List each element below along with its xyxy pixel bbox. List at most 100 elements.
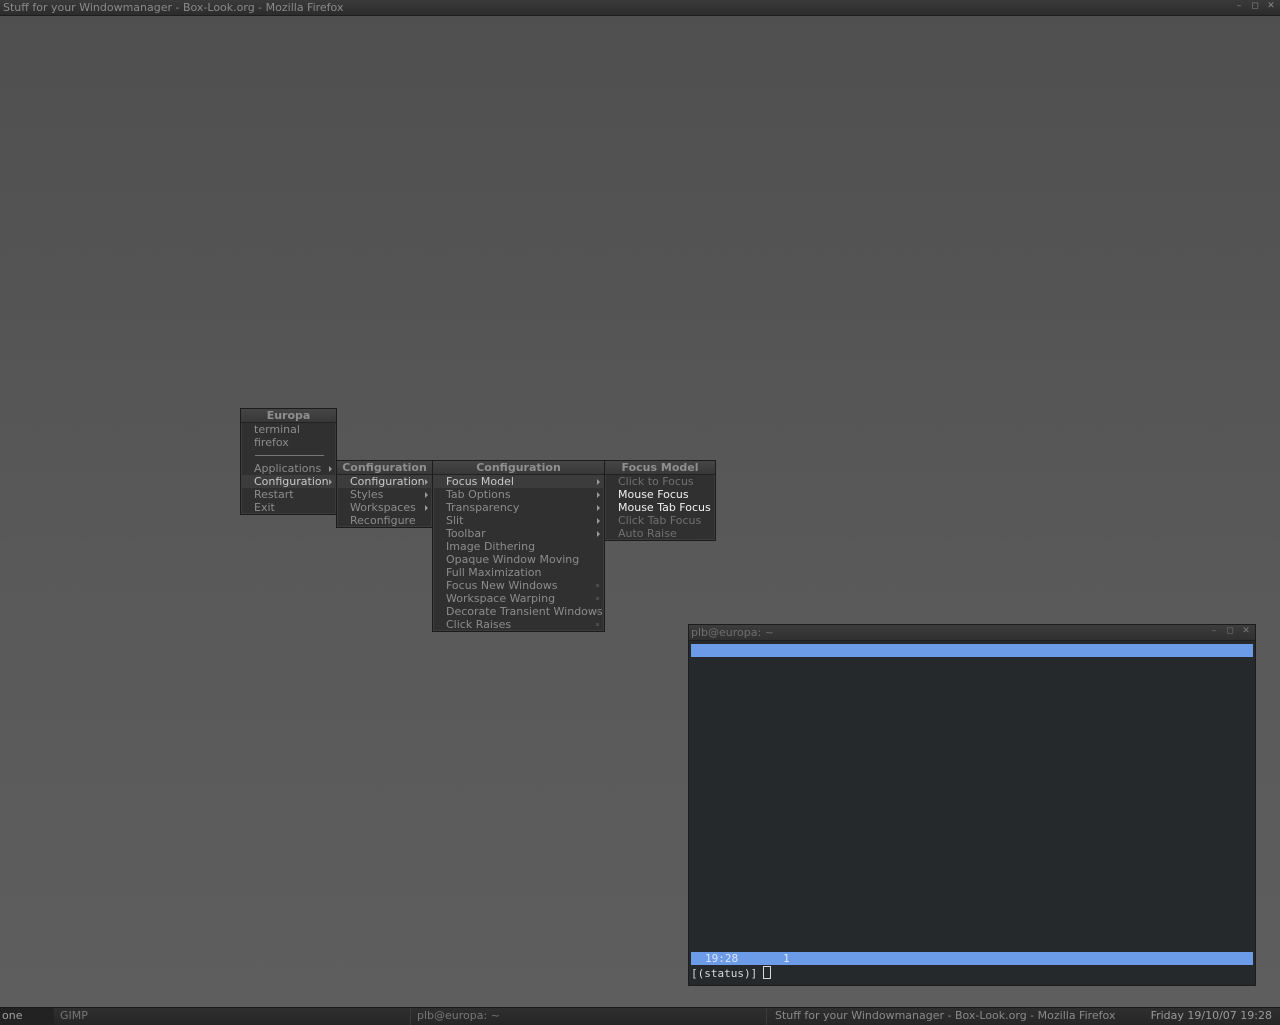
menu-item-firefox[interactable]: firefox (241, 436, 336, 449)
terminal-status-bar: 19:28 1 (691, 952, 1253, 965)
root-menu: Europa terminal firefox Applications Con… (240, 408, 337, 515)
submenu-arrow-icon (597, 531, 600, 537)
menu-item-click-to-focus[interactable]: Click to Focus (605, 475, 715, 488)
terminal-titlebar[interactable]: plb@europa: ~ – ◻ ✕ (689, 625, 1255, 641)
menu-item-full-maximization[interactable]: Full Maximization (433, 566, 604, 579)
menu-item-transparency[interactable]: Transparency (433, 501, 604, 514)
menu-title: Europa (241, 409, 336, 423)
menu-item-label: Decorate Transient Windows (446, 605, 603, 618)
menu-item-label: Click Tab Focus (618, 514, 702, 527)
menu-item-slit[interactable]: Slit (433, 514, 604, 527)
menu-item-label: Toolbar (446, 527, 486, 540)
menu-item-auto-raise[interactable]: Auto Raise (605, 527, 715, 540)
menu-item-focus-model[interactable]: Focus Model (433, 475, 604, 488)
menu-item-label: Mouse Focus (618, 488, 689, 501)
menu-item-label: terminal (254, 423, 300, 436)
menu-item-click-tab-focus[interactable]: Click Tab Focus (605, 514, 715, 527)
configuration-menu: Configuration Configuration Styles Works… (336, 460, 433, 528)
minimize-button[interactable]: – (1209, 626, 1219, 636)
menu-item-click-raises[interactable]: Click Raises (433, 618, 604, 631)
menu-item-label: Exit (254, 501, 275, 514)
submenu-arrow-icon (425, 492, 428, 498)
checkbox-indicator-icon (596, 597, 599, 600)
menu-item-workspaces[interactable]: Workspaces (337, 501, 432, 514)
submenu-arrow-icon (597, 505, 600, 511)
configuration-options-menu: Configuration Focus Model Tab Options Tr… (432, 460, 605, 632)
menu-item-label: Configuration (350, 475, 425, 488)
taskbar-clock: Friday 19/10/07 19:28 (1150, 1009, 1272, 1022)
close-button[interactable]: ✕ (1266, 1, 1276, 11)
submenu-arrow-icon (425, 479, 428, 485)
menu-item-reconfigure[interactable]: Reconfigure (337, 514, 432, 527)
menu-item-toolbar[interactable]: Toolbar (433, 527, 604, 540)
menu-item-label: Opaque Window Moving (446, 553, 580, 566)
terminal-title: plb@europa: ~ (691, 626, 774, 639)
task-terminal[interactable]: plb@europa: ~ (410, 1008, 771, 1025)
menu-item-label: Applications (254, 462, 322, 475)
prompt-text: [(status)] (691, 967, 758, 980)
menu-item-label: Configuration (254, 475, 329, 488)
submenu-arrow-icon (597, 518, 600, 524)
menu-item-label: Full Maximization (446, 566, 542, 579)
menu-item-label: Mouse Tab Focus (618, 501, 711, 514)
menu-title: Configuration (433, 461, 604, 475)
menu-item-focus-new-windows[interactable]: Focus New Windows (433, 579, 604, 592)
status-workspace: 1 (783, 952, 790, 965)
taskbar: one GIMP plb@europa: ~ Stuff for your Wi… (0, 1007, 1280, 1025)
checkbox-indicator-icon (596, 610, 599, 613)
menu-item-label: firefox (254, 436, 289, 449)
menu-separator (241, 449, 336, 462)
menu-item-terminal[interactable]: terminal (241, 423, 336, 436)
menu-item-label: Restart (254, 488, 294, 501)
menu-item-restart[interactable]: Restart (241, 488, 336, 501)
menu-item-label: Click to Focus (618, 475, 694, 488)
menu-item-label: Auto Raise (618, 527, 677, 540)
menu-item-label: Styles (350, 488, 384, 501)
menu-item-label: Focus Model (446, 475, 514, 488)
menu-item-decorate-transient-windows[interactable]: Decorate Transient Windows (433, 605, 604, 618)
menu-item-configuration[interactable]: Configuration (241, 475, 336, 488)
menu-item-label: Slit (446, 514, 464, 527)
maximize-button[interactable]: ◻ (1250, 1, 1260, 11)
browser-titlebar[interactable]: Stuff for your Windowmanager - Box-Look.… (0, 0, 1280, 16)
submenu-arrow-icon (329, 479, 332, 485)
focus-model-menu: Focus Model Click to Focus Mouse Focus M… (604, 460, 716, 541)
menu-item-label: Image Dithering (446, 540, 536, 553)
text-cursor (763, 966, 772, 979)
menu-item-configuration[interactable]: Configuration (337, 475, 432, 488)
menu-item-mouse-focus[interactable]: Mouse Focus (605, 488, 715, 501)
menu-item-image-dithering[interactable]: Image Dithering (433, 540, 604, 553)
menu-item-label: Tab Options (446, 488, 511, 501)
submenu-arrow-icon (329, 466, 332, 472)
menu-item-workspace-warping[interactable]: Workspace Warping (433, 592, 604, 605)
checkbox-indicator-icon (596, 584, 599, 587)
minimize-button[interactable]: – (1234, 1, 1244, 11)
close-button[interactable]: ✕ (1241, 626, 1251, 636)
submenu-arrow-icon (425, 505, 428, 511)
task-firefox[interactable]: Stuff for your Windowmanager - Box-Look.… (766, 1008, 1145, 1025)
menu-item-tab-options[interactable]: Tab Options (433, 488, 604, 501)
menu-item-label: Click Raises (446, 618, 512, 631)
terminal-prompt[interactable]: [(status)] (691, 966, 772, 980)
menu-title: Configuration (337, 461, 432, 475)
menu-item-label: Workspace Warping (446, 592, 556, 605)
browser-window-title: Stuff for your Windowmanager - Box-Look.… (3, 1, 344, 14)
terminal-window[interactable]: plb@europa: ~ – ◻ ✕ 19:28 1 [(status)] (688, 624, 1256, 986)
terminal-top-bar (691, 644, 1253, 657)
status-clock: 19:28 (705, 952, 739, 965)
menu-item-exit[interactable]: Exit (241, 501, 336, 514)
workspace-name[interactable]: one (0, 1008, 54, 1025)
checkbox-indicator-icon (596, 623, 599, 626)
maximize-button[interactable]: ◻ (1225, 626, 1235, 636)
submenu-arrow-icon (597, 492, 600, 498)
menu-item-opaque-window-moving[interactable]: Opaque Window Moving (433, 553, 604, 566)
menu-title: Focus Model (605, 461, 715, 475)
menu-item-label: Workspaces (350, 501, 416, 514)
menu-item-label: Focus New Windows (446, 579, 558, 592)
menu-item-styles[interactable]: Styles (337, 488, 432, 501)
task-gimp[interactable]: GIMP (58, 1008, 410, 1025)
menu-item-label: Reconfigure (350, 514, 416, 527)
menu-item-mouse-tab-focus[interactable]: Mouse Tab Focus (605, 501, 715, 514)
menu-item-label: Transparency (446, 501, 520, 514)
menu-item-applications[interactable]: Applications (241, 462, 336, 475)
